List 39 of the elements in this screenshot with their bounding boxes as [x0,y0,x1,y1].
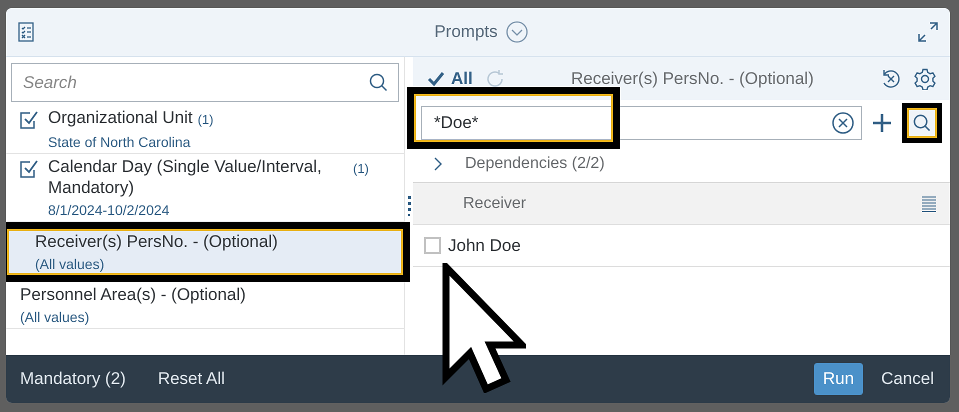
prompt-title: Personnel Area(s) - (Optional) [20,284,246,304]
column-title: Receiver [463,194,528,214]
prompt-value: 8/1/2024-10/2/2024 [48,200,170,218]
prompt-title: Receiver(s) PersNo. - (Optional) [35,230,278,252]
cancel-button[interactable]: Cancel [881,366,934,392]
fullscreen-icon[interactable] [918,22,938,42]
prompt-value: (All values) [20,308,90,326]
prompt-value: (All values) [35,254,106,272]
prompt-value: State of North Carolina [48,132,192,150]
prompt-item[interactable]: Receiver(s) PersNo. - (Optional) (All values) [6,222,410,282]
row-label: John Doe [448,234,521,257]
chevron-down-icon[interactable] [506,21,528,43]
check-icon [427,70,445,86]
resize-handle-icon[interactable] [408,196,410,216]
search-field[interactable]: Search [11,63,399,102]
dialog-title: Prompts [434,21,498,44]
prompt-item[interactable]: Organizational Unit (1) State of North Carolina [6,105,404,154]
panel-title: Receiver(s) PersNo. - (Optional) [570,68,815,90]
prompt-count: (1) [353,160,369,178]
refresh-icon[interactable] [484,68,505,88]
checklist-icon[interactable] [18,22,34,42]
settings-icon[interactable] [914,68,936,90]
add-icon[interactable] [872,112,892,132]
prompt-item[interactable]: Personnel Area(s) - (Optional) (All values) [6,282,404,328]
value-search-field[interactable]: *Doe* [421,106,862,140]
clear-icon[interactable] [832,112,854,134]
chevron-right-icon [433,156,443,172]
prompt-count: (1) [198,111,214,129]
list-row[interactable]: John Doe [413,225,950,267]
prompt-title: Organizational Unit [48,107,193,128]
search-icon[interactable] [369,73,388,92]
search-icon [913,114,931,132]
footer-button[interactable]: Mandatory (2) [20,366,126,392]
checkbox[interactable] [424,237,441,254]
select-all-button[interactable]: All [427,66,473,92]
search-button[interactable] [902,102,942,142]
footer-button[interactable]: Reset All [158,366,225,392]
column-menu-icon[interactable] [922,196,936,212]
prompt-title: Calendar Day (Single Value/Interval, Mandatory) [48,156,323,198]
